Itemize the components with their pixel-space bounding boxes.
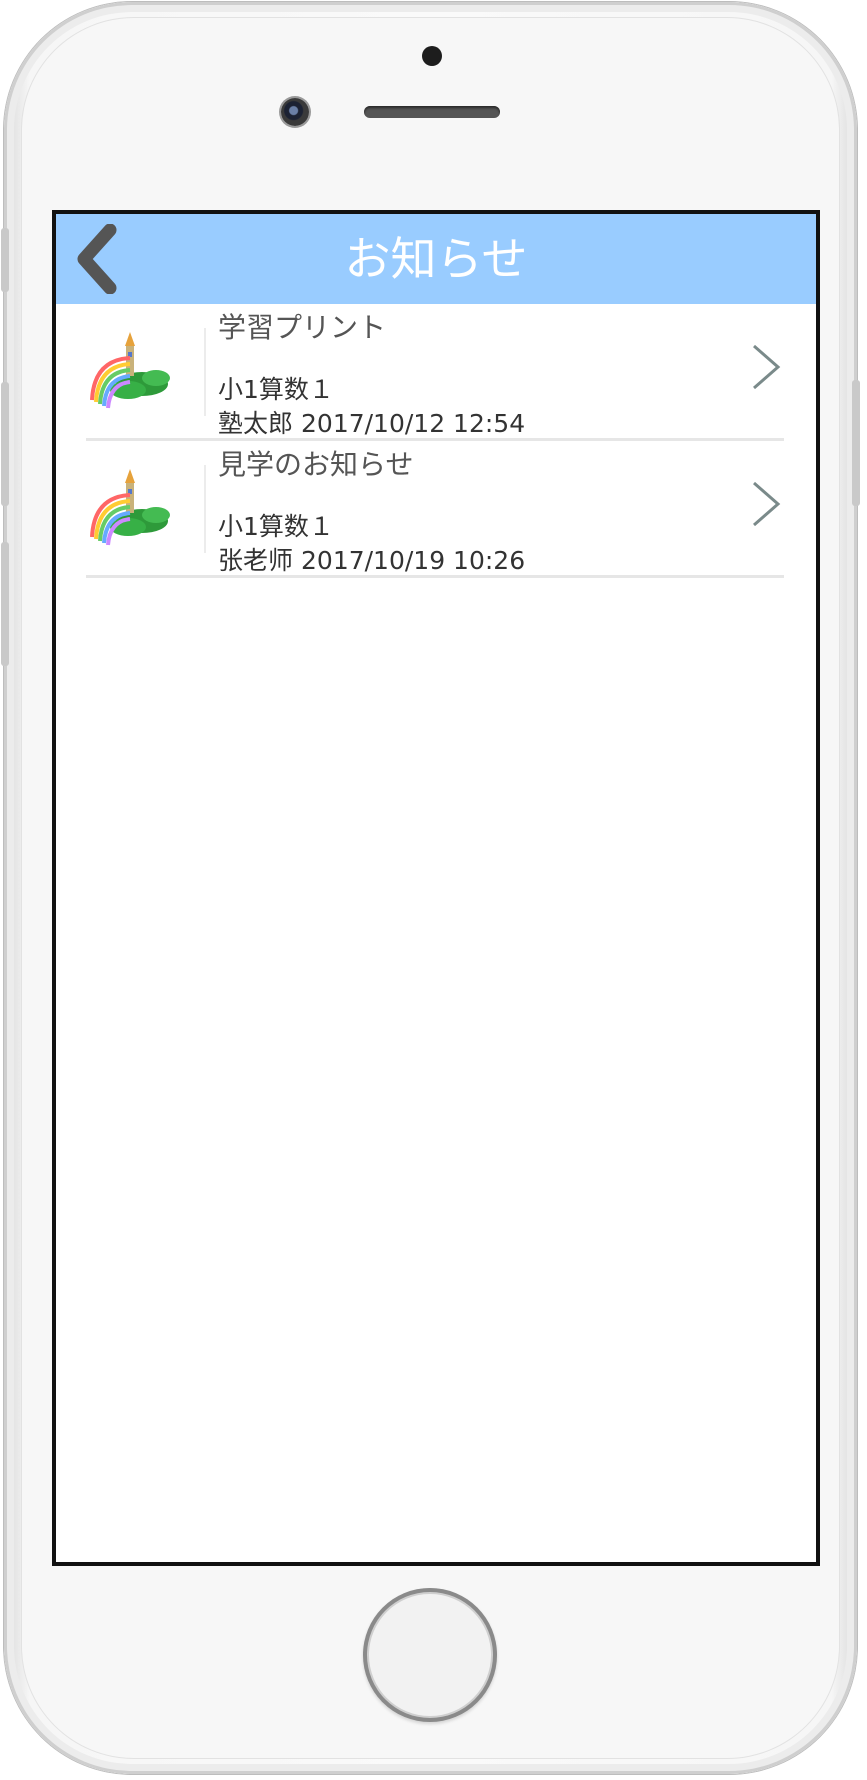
- notice-class-name: 小1算数１: [218, 512, 334, 541]
- notice-meta: 塾太郎 2017/10/12 12:54: [218, 404, 533, 440]
- notice-item[interactable]: 学習プリント 小1算数１ 塾太郎 2017/10/12 12:54: [86, 304, 784, 441]
- mute-switch: [1, 228, 9, 292]
- notice-meta: 张老师 2017/10/19 10:26: [218, 541, 533, 577]
- notice-title: 学習プリント: [218, 311, 387, 344]
- notice-list: 学習プリント 小1算数１ 塾太郎 2017/10/12 12:54 見学のお知ら…: [56, 304, 816, 578]
- notice-item[interactable]: 見学のお知らせ 小1算数１ 张老师 2017/10/19 10:26: [86, 441, 784, 578]
- notice-title: 見学のお知らせ: [218, 448, 414, 481]
- front-camera: [281, 98, 309, 126]
- app-screen: お知らせ 学習プリント 小1算数１ 塾太郎 2017/10/12 12:54 見…: [52, 210, 820, 1566]
- chevron-right-icon: [753, 344, 781, 390]
- power-button: [852, 380, 860, 506]
- notice-class-name: 小1算数１: [218, 375, 334, 404]
- rainbow-castle-icon: [90, 332, 170, 409]
- page-title: お知らせ: [344, 232, 528, 286]
- notice-sender: 张老师: [218, 546, 294, 575]
- chevron-right-icon: [753, 481, 781, 527]
- home-button[interactable]: [363, 1588, 497, 1722]
- rainbow-castle-icon: [90, 469, 170, 546]
- notice-sender: 塾太郎: [218, 409, 294, 438]
- navigation-bar: お知らせ: [56, 214, 816, 304]
- thumbnail-divider: [204, 465, 206, 553]
- volume-up-button: [1, 382, 9, 506]
- earpiece-speaker: [364, 106, 500, 118]
- back-button[interactable]: [66, 222, 126, 296]
- volume-down-button: [1, 542, 9, 666]
- notice-datetime: 2017/10/12 12:54: [301, 409, 526, 438]
- notice-datetime: 2017/10/19 10:26: [301, 546, 526, 575]
- thumbnail-divider: [204, 328, 206, 416]
- front-sensor: [422, 46, 442, 66]
- chevron-left-icon: [77, 224, 117, 294]
